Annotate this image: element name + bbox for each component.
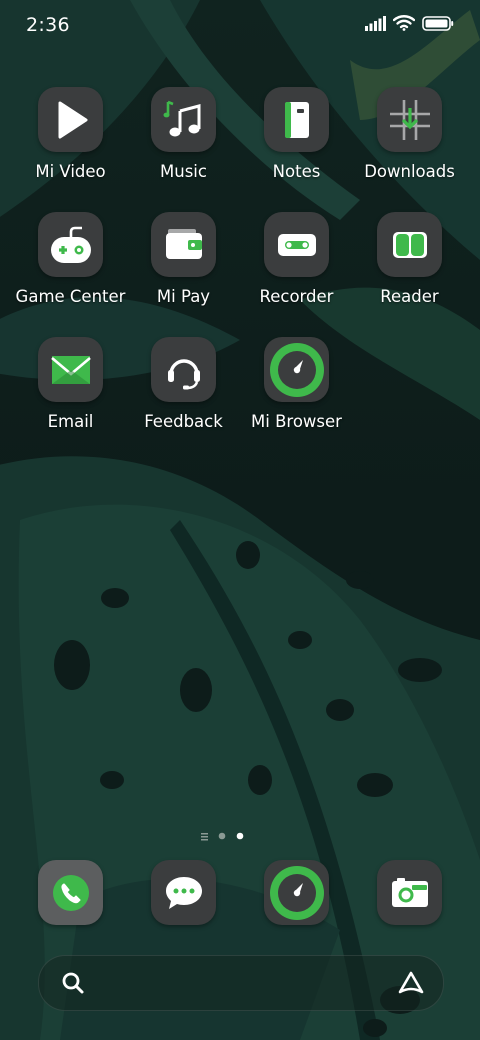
app-mi-browser[interactable]: Mi Browser: [240, 337, 353, 431]
status-time: 2:36: [26, 14, 70, 36]
chat-bubble-icon: [165, 876, 202, 909]
page-indicator: [201, 832, 244, 841]
book-icon: [392, 231, 427, 258]
compass-icon: [269, 865, 324, 920]
app-label: Mi Pay: [156, 287, 211, 306]
play-icon: [58, 101, 87, 138]
music-note-icon: [163, 100, 200, 136]
search-icon[interactable]: [61, 971, 85, 995]
page-indicator-list: [201, 833, 208, 841]
wallet-icon: [165, 228, 202, 259]
app-label: Mi Browser: [251, 412, 342, 431]
app-email[interactable]: Email: [14, 337, 127, 431]
app-recorder[interactable]: Recorder: [240, 212, 353, 306]
app-label: Email: [47, 412, 94, 431]
app-label: Feedback: [144, 412, 223, 431]
app-label: Downloads: [364, 162, 455, 181]
dock-messages[interactable]: [151, 860, 216, 925]
gamepad-icon: [50, 226, 91, 263]
download-icon: [389, 99, 430, 140]
dock-phone[interactable]: [38, 860, 103, 925]
battery-icon: [422, 15, 454, 31]
app-mi-pay[interactable]: Mi Pay: [127, 212, 240, 306]
app-reader[interactable]: Reader: [353, 212, 466, 306]
headset-icon: [167, 358, 200, 389]
compass-icon: [269, 342, 324, 397]
signal-icon: [365, 15, 386, 31]
envelope-icon: [50, 355, 91, 384]
app-label: Mi Video: [35, 162, 106, 181]
app-music[interactable]: Music: [127, 87, 240, 181]
app-label: Reader: [380, 287, 439, 306]
assistant-icon[interactable]: [397, 970, 425, 996]
wifi-icon: [393, 15, 415, 31]
app-label: Recorder: [259, 287, 334, 306]
search-bar[interactable]: [38, 955, 444, 1011]
page-indicator-dot: [218, 832, 226, 840]
status-bar: 2:36: [0, 0, 480, 50]
app-mi-video[interactable]: Mi Video: [14, 87, 127, 181]
app-label: Game Center: [15, 287, 126, 306]
app-notes[interactable]: Notes: [240, 87, 353, 181]
camera-icon: [391, 877, 428, 907]
app-feedback[interactable]: Feedback: [127, 337, 240, 431]
dock-browser[interactable]: [264, 860, 329, 925]
page-indicator-dot-active: [236, 832, 244, 840]
dock-camera[interactable]: [377, 860, 442, 925]
phone-icon: [52, 874, 89, 911]
app-label: Notes: [272, 162, 321, 181]
app-game-center[interactable]: Game Center: [14, 212, 127, 306]
recorder-icon: [277, 233, 316, 256]
app-downloads[interactable]: Downloads: [353, 87, 466, 181]
notebook-icon: [284, 101, 309, 138]
app-label: Music: [160, 162, 207, 181]
